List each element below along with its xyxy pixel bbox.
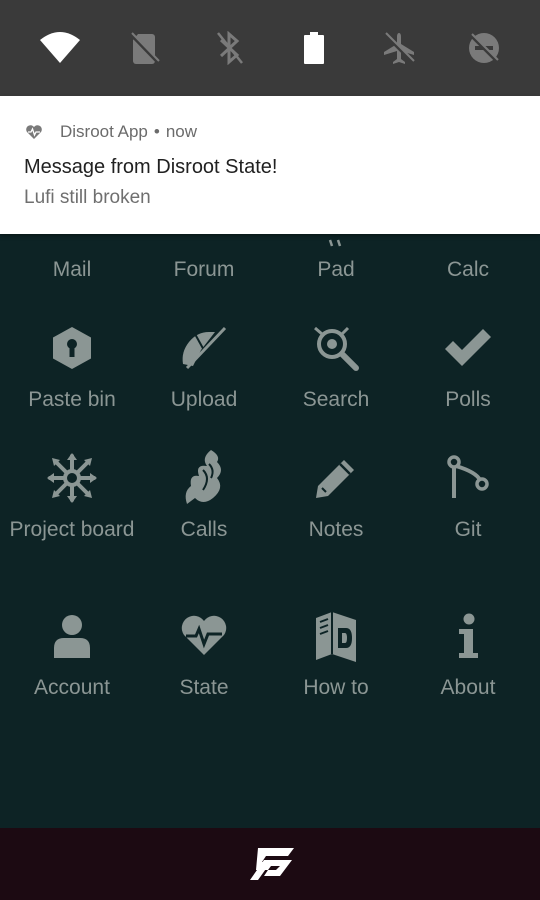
mail-icon: [40, 234, 104, 250]
lock-hexagon-icon: [40, 316, 104, 380]
app-pad[interactable]: Pad: [270, 234, 402, 284]
app-label: Account: [34, 676, 110, 699]
forum-icon: [172, 234, 236, 250]
git-branch-icon: [436, 446, 500, 510]
book-icon: [304, 604, 368, 668]
app-search[interactable]: Search: [270, 316, 402, 414]
no-sim-icon: [129, 32, 160, 64]
checkmark-icon: [436, 316, 500, 380]
battery-tile[interactable]: [284, 18, 344, 78]
battery-icon: [304, 32, 325, 64]
notification-header: Disroot App • now: [24, 117, 516, 147]
wifi-tile[interactable]: [30, 18, 90, 78]
search-icon: [304, 316, 368, 380]
app-label: Project board: [9, 518, 135, 541]
heartbeat-icon: [24, 122, 44, 142]
notification-app-name: Disroot App: [60, 122, 148, 141]
disroot-logo-icon[interactable]: [244, 846, 296, 882]
notification-separator: •: [153, 122, 160, 141]
app-about[interactable]: About: [402, 604, 534, 702]
app-polls[interactable]: Polls: [402, 316, 534, 414]
app-git[interactable]: Git: [402, 446, 534, 544]
bluetooth-off-icon: [216, 31, 243, 65]
do-not-disturb-off-icon: [468, 33, 499, 63]
info-icon: [436, 604, 500, 668]
heartbeat-icon: [172, 604, 236, 668]
app-grid: Mail Forum Pad Calc Paste bin Upload Sea…: [0, 234, 540, 828]
app-label: Polls: [445, 388, 491, 411]
airplane-tile[interactable]: [369, 18, 429, 78]
quick-settings-bar: [0, 0, 540, 96]
airplane-mode-icon: [383, 32, 415, 64]
dnd-tile[interactable]: [454, 18, 514, 78]
app-label: Search: [302, 388, 370, 411]
app-label: Pad: [317, 258, 355, 281]
app-label: State: [179, 676, 229, 699]
calc-icon: [436, 234, 500, 250]
app-state[interactable]: State: [138, 604, 270, 702]
sim-tile[interactable]: [115, 18, 175, 78]
notification-time: now: [165, 122, 198, 141]
app-label: How to: [303, 676, 369, 699]
pencil-icon: [304, 446, 368, 510]
bottom-bar: [0, 828, 540, 900]
app-account[interactable]: Account: [6, 604, 138, 702]
app-calc[interactable]: Calc: [402, 234, 534, 284]
snowflake-icon: [40, 446, 104, 510]
app-label: Notes: [308, 518, 364, 541]
app-label: Calc: [446, 258, 489, 281]
app-project-board[interactable]: Project board: [6, 446, 138, 544]
app-mail[interactable]: Mail: [6, 234, 138, 284]
app-notes[interactable]: Notes: [270, 446, 402, 544]
app-calls[interactable]: Calls: [138, 446, 270, 544]
pad-icon: [304, 234, 368, 250]
app-paste-bin[interactable]: Paste bin: [6, 316, 138, 414]
app-label: Calls: [180, 518, 228, 541]
app-label: Git: [454, 518, 482, 541]
app-forum[interactable]: Forum: [138, 234, 270, 284]
user-icon: [40, 604, 104, 668]
app-label: Forum: [173, 258, 235, 281]
app-label: Paste bin: [28, 388, 116, 411]
app-label: Mail: [52, 258, 92, 281]
calls-flame-icon: [172, 446, 236, 510]
notification-title: Message from Disroot State!: [24, 156, 278, 178]
app-label: About: [440, 676, 496, 699]
wifi-icon: [40, 32, 80, 63]
app-label: Upload: [170, 388, 238, 411]
upload-hat-icon: [172, 316, 236, 380]
notification-text: Lufi still broken: [24, 187, 151, 208]
bluetooth-tile[interactable]: [200, 18, 260, 78]
app-upload[interactable]: Upload: [138, 316, 270, 414]
app-how-to[interactable]: How to: [270, 604, 402, 702]
notification-card[interactable]: Disroot App • now Message from Disroot S…: [0, 96, 540, 234]
